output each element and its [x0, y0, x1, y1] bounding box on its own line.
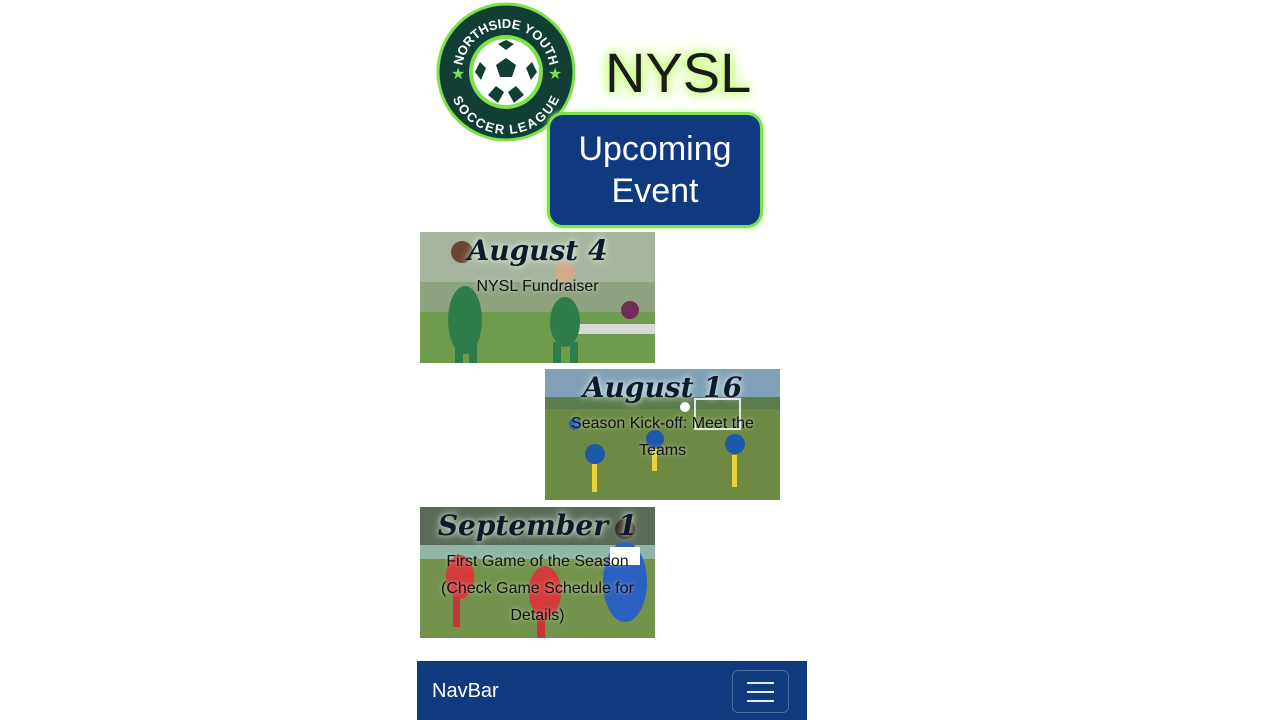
event-card[interactable]: August 16 Season Kick-off: Meet the Team… — [545, 369, 780, 500]
upcoming-label-line2: Event — [611, 172, 699, 210]
svg-text:★: ★ — [548, 66, 562, 83]
event-description: Season Kick-off: Meet the Teams — [571, 415, 754, 459]
upcoming-event-button[interactable]: Upcoming Event — [547, 112, 763, 228]
site-title: NYSL — [605, 41, 752, 104]
upcoming-label-line1: Upcoming — [578, 130, 732, 168]
hamburger-menu-icon[interactable] — [732, 670, 789, 713]
navbar-brand[interactable]: NavBar — [432, 680, 499, 703]
event-date: August 16 — [582, 371, 743, 404]
event-card[interactable]: August 4 NYSL Fundraiser — [420, 232, 655, 363]
event-description: First Game of the Season (Check Game Sch… — [441, 553, 634, 624]
event-date: September 1 — [437, 509, 638, 542]
event-card[interactable]: September 1 First Game of the Season (Ch… — [420, 507, 655, 638]
navbar: NavBar — [417, 661, 807, 720]
event-date: August 4 — [467, 234, 608, 267]
page: NORTHSIDE YOUTH SOCCER LEAGUE ★ ★ NYSL U… — [417, 0, 807, 720]
svg-text:★: ★ — [451, 66, 465, 83]
event-description: NYSL Fundraiser — [476, 278, 599, 295]
